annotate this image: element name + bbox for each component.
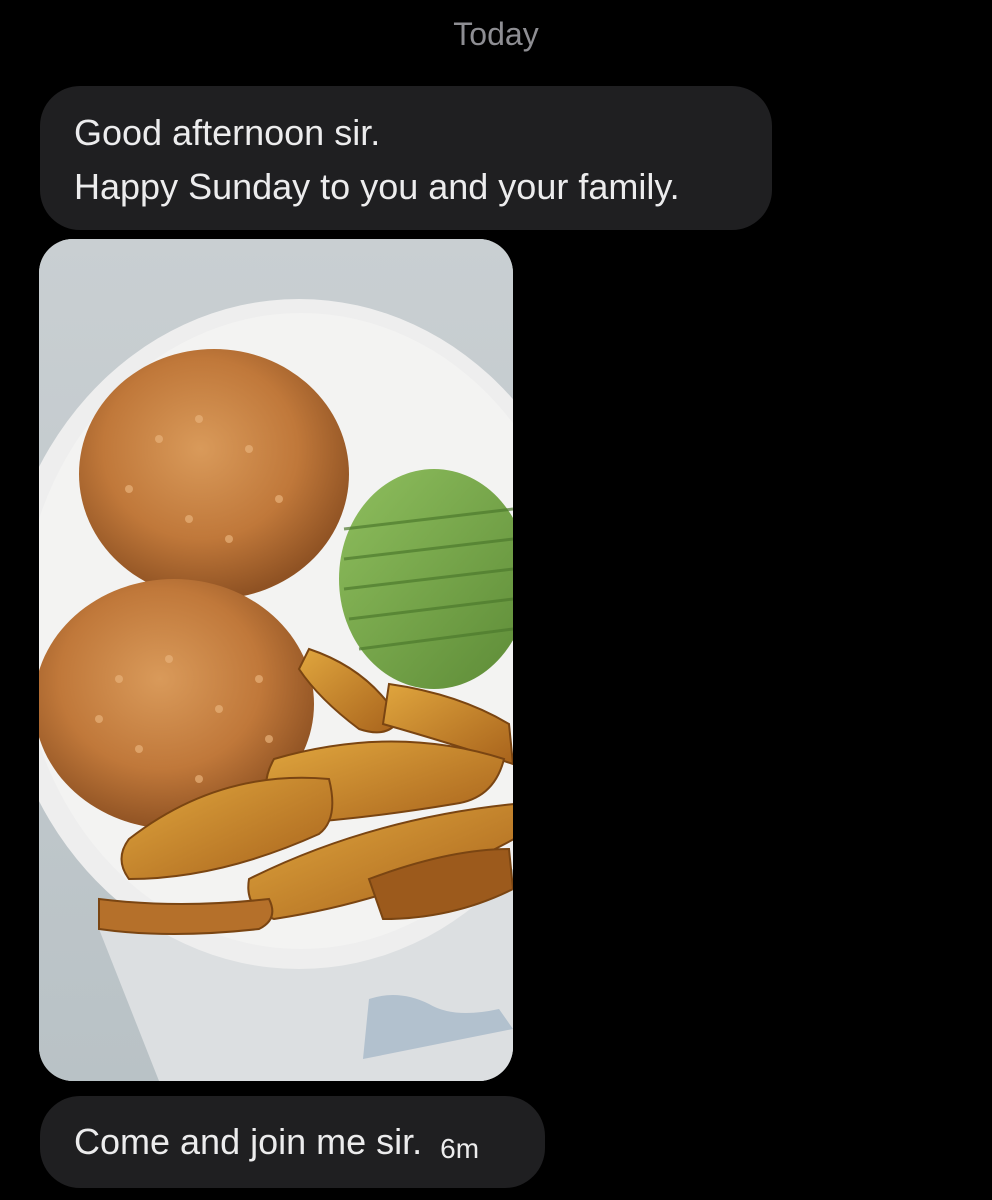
message-bubble[interactable]: Good afternoon sir. Happy Sunday to you … xyxy=(40,86,772,230)
message-text: Come and join me sir. xyxy=(74,1121,423,1162)
message-timestamp: 6m xyxy=(440,1133,480,1164)
message-line: Good afternoon sir. xyxy=(74,112,381,153)
food-photo-illustration xyxy=(39,239,513,1081)
message-photo[interactable] xyxy=(39,239,513,1081)
date-separator: Today xyxy=(453,16,539,52)
message-line: Happy Sunday to you and your family. xyxy=(74,166,680,207)
message-bubble[interactable]: Come and join me sir. 6m xyxy=(40,1096,545,1188)
